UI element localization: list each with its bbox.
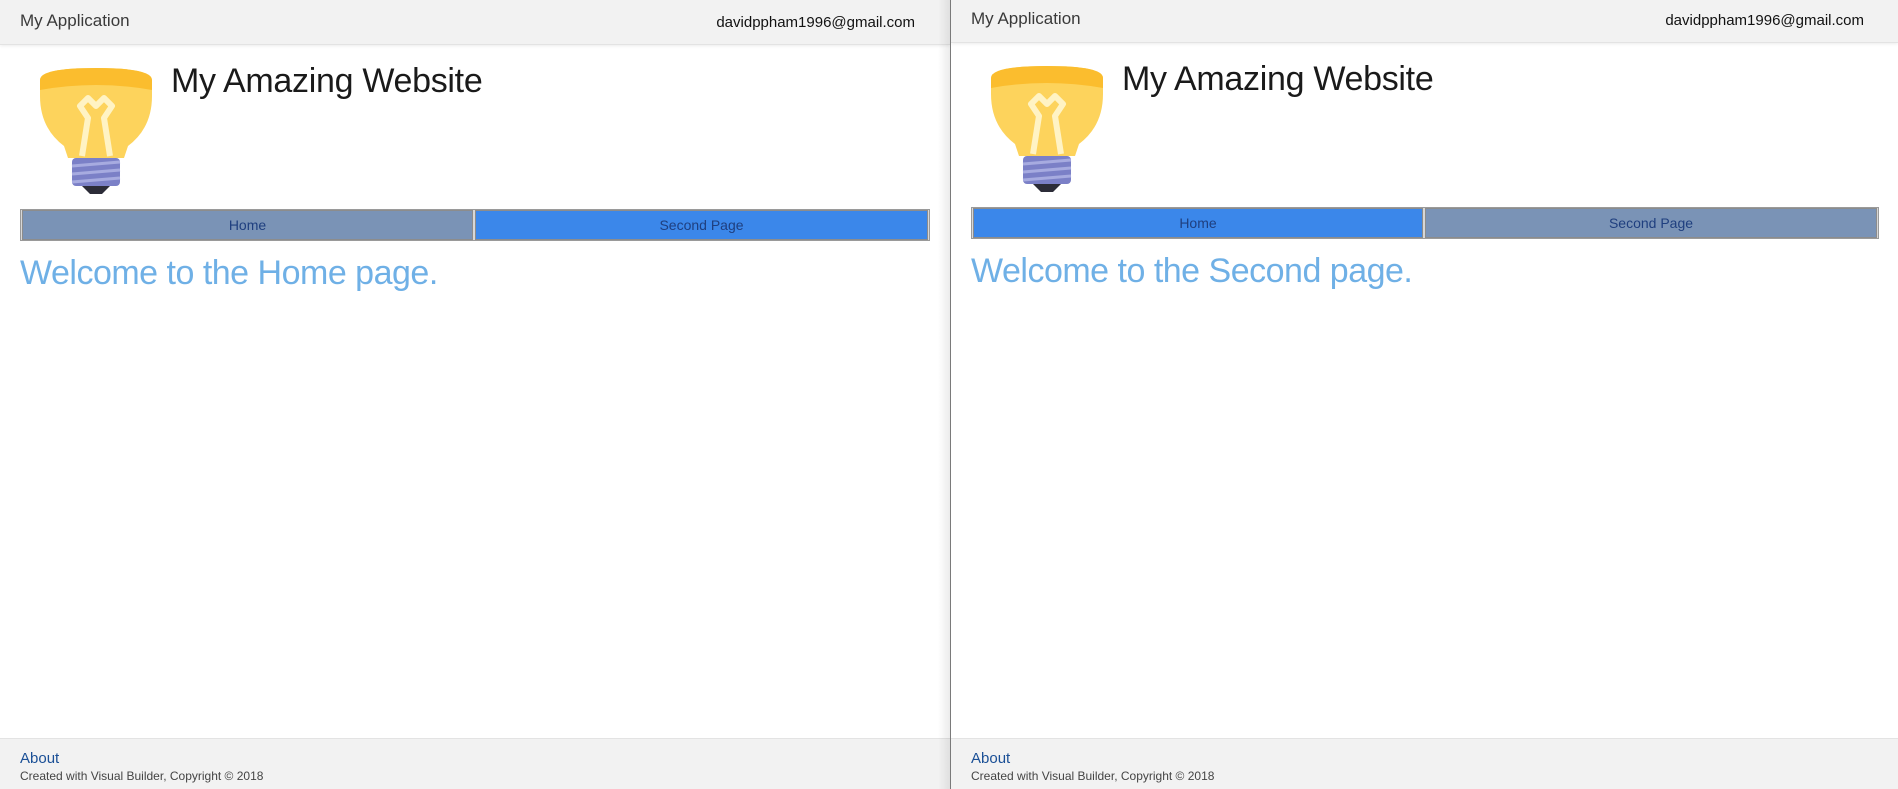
- nav-second-page-label: Second Page: [1608, 215, 1694, 231]
- about-link[interactable]: About: [971, 750, 1010, 767]
- nav-home-button[interactable]: Home: [973, 208, 1423, 238]
- app-header: My Application davidppham1996@gmail.com: [0, 0, 950, 45]
- nav-bar: Home Second Page: [20, 209, 930, 241]
- browser-window-second-page: My Application davidppham1996@gmail.com …: [951, 0, 1898, 789]
- lightbulb-icon: [991, 66, 1103, 192]
- footer: About Created with Visual Builder, Copyr…: [0, 738, 950, 789]
- nav-home-button[interactable]: Home: [22, 210, 473, 240]
- browser-window-home: My Application davidppham1996@gmail.com …: [0, 0, 950, 789]
- site-title: My Amazing Website: [171, 62, 483, 100]
- user-email[interactable]: davidppham1996@gmail.com: [1665, 12, 1864, 29]
- nav-home-label: Home: [228, 217, 267, 233]
- about-link[interactable]: About: [20, 750, 59, 767]
- nav-second-page-label: Second Page: [659, 217, 744, 233]
- copyright-text: Created with Visual Builder, Copyright ©…: [971, 769, 1215, 783]
- copyright-text: Created with Visual Builder, Copyright ©…: [20, 769, 264, 783]
- nav-second-page-button[interactable]: Second Page: [475, 210, 928, 240]
- user-email[interactable]: davidppham1996@gmail.com: [716, 14, 915, 31]
- welcome-heading: Welcome to the Home page.: [20, 254, 438, 292]
- site-title: My Amazing Website: [1122, 60, 1434, 98]
- app-title[interactable]: My Application: [971, 9, 1081, 29]
- app-header: My Application davidppham1996@gmail.com: [951, 0, 1898, 43]
- lightbulb-icon: [40, 68, 152, 194]
- footer: About Created with Visual Builder, Copyr…: [951, 738, 1898, 789]
- window-edge-shadow: [938, 0, 950, 789]
- app-title[interactable]: My Application: [20, 11, 130, 31]
- nav-bar: Home Second Page: [971, 207, 1879, 239]
- welcome-heading: Welcome to the Second page.: [971, 252, 1413, 290]
- nav-home-label: Home: [1179, 215, 1217, 231]
- nav-second-page-button[interactable]: Second Page: [1425, 208, 1877, 238]
